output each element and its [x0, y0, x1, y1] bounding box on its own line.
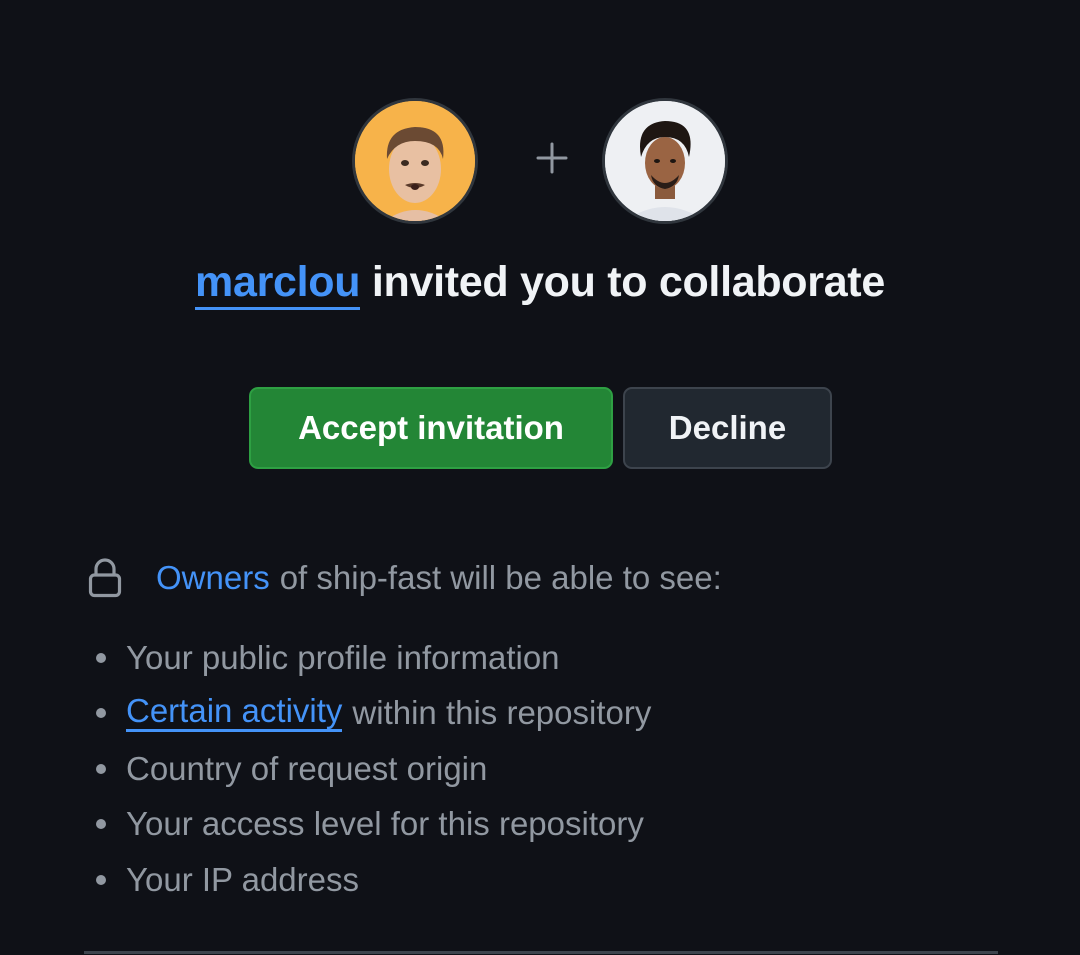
invitation-page: marclou invited you to collaborate Accep…: [0, 0, 1080, 955]
list-item: Your access level for this repository: [96, 797, 1056, 853]
bullet-icon: [96, 708, 106, 719]
invitation-headline: marclou invited you to collaborate: [0, 258, 1080, 310]
bullet-icon: [96, 874, 106, 885]
bullet-icon: [96, 763, 106, 774]
list-item-text: Your IP address: [126, 860, 359, 898]
visibility-notice: Owners of ship-fast will be able to see:: [88, 556, 1048, 600]
list-item-text: Country of request origin: [126, 749, 488, 787]
list-item-text: within this repository: [352, 694, 652, 732]
inviter-profile-link[interactable]: marclou: [195, 258, 361, 310]
visible-info-list: Your public profile information Certain …: [96, 630, 1056, 908]
inviter-avatar-image: [355, 101, 475, 221]
list-item: Your public profile information: [96, 630, 1056, 686]
list-item-text: Your access level for this repository: [126, 805, 644, 843]
bullet-icon: [96, 819, 106, 830]
plus-icon: [536, 142, 568, 174]
decline-button[interactable]: Decline: [623, 387, 832, 469]
headline-text: invited you to collaborate: [371, 258, 885, 306]
list-item: Country of request origin: [96, 741, 1056, 797]
accept-invitation-button[interactable]: Accept invitation: [249, 387, 613, 469]
owners-link[interactable]: Owners: [156, 559, 270, 597]
invitee-avatar-image: [605, 101, 725, 221]
inviter-avatar[interactable]: [352, 98, 478, 224]
list-item: Certain activity within this repository: [96, 686, 1056, 742]
notice-text: of ship-fast will be able to see:: [279, 559, 722, 596]
bullet-icon: [96, 652, 106, 663]
avatar-group: [0, 98, 1080, 230]
list-item-text: Your public profile information: [126, 638, 560, 676]
section-divider: [84, 951, 998, 954]
lock-icon: [88, 558, 122, 598]
certain-activity-link[interactable]: Certain activity: [126, 694, 343, 733]
invitee-avatar[interactable]: [602, 98, 728, 224]
list-item: Your IP address: [96, 852, 1056, 908]
